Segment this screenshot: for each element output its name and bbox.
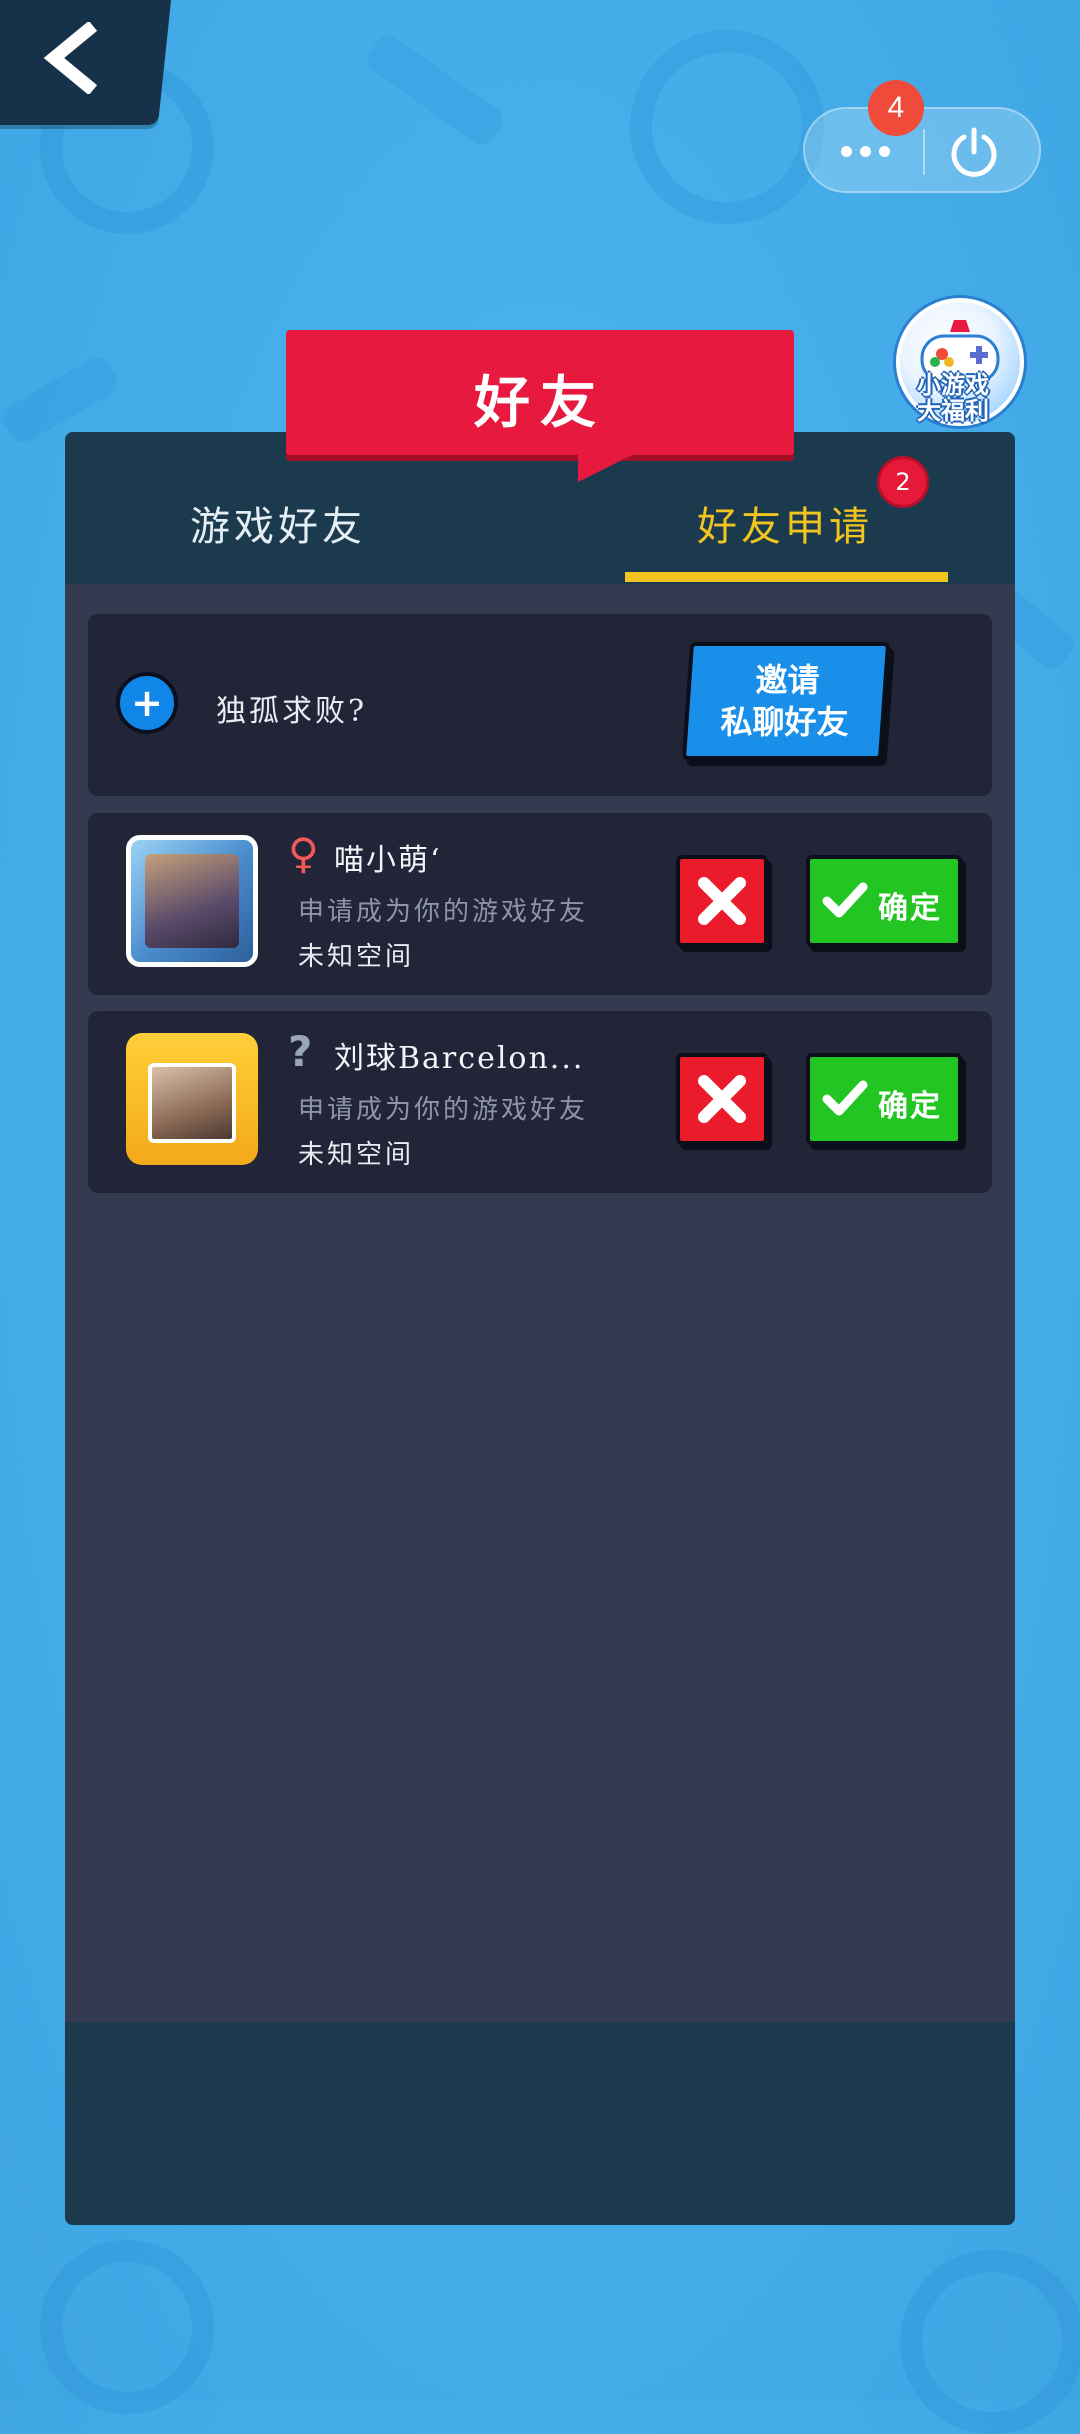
panel-body: [65, 584, 1015, 2022]
title-ribbon: 好友: [286, 330, 794, 455]
background-pattern: [900, 2250, 1080, 2434]
requester-name: 喵小萌‘: [334, 843, 442, 878]
background-pattern: [630, 30, 824, 224]
unknown-gender-icon: ?: [288, 1027, 313, 1076]
plus-icon[interactable]: +: [116, 672, 178, 734]
more-dots-icon[interactable]: [835, 131, 895, 171]
panel-footer: [65, 2022, 1015, 2225]
tab-game-friends[interactable]: 游戏好友: [190, 494, 366, 552]
active-tab-indicator: [625, 572, 948, 582]
requester-location: 未知空间: [298, 1140, 415, 1170]
promo-badge[interactable]: 小游戏 大福利: [878, 280, 1028, 430]
page-title: 好友: [474, 370, 606, 436]
promo-label: 小游戏 大福利: [917, 371, 989, 425]
friend-request-item: ♀ 喵小萌‘ 申请成为你的游戏好友 未知空间 确定: [88, 813, 992, 995]
invite-prompt: 独孤求败?: [216, 694, 368, 729]
notification-badge: 4: [868, 80, 924, 136]
background-pattern: [40, 2240, 214, 2414]
requester-location: 未知空间: [298, 942, 415, 972]
ribbon-tail: [578, 452, 638, 482]
back-button[interactable]: [0, 0, 173, 125]
accept-button[interactable]: 确定: [806, 1053, 962, 1145]
close-x-icon: [698, 1075, 746, 1123]
avatar[interactable]: [126, 835, 258, 967]
accept-label: 确定: [878, 891, 942, 926]
power-icon[interactable]: [947, 125, 1001, 179]
invite-row: + 独孤求败? 邀请 私聊好友: [88, 614, 992, 796]
tab-friend-requests[interactable]: 好友申请: [697, 494, 873, 552]
close-x-icon: [698, 877, 746, 925]
accept-label: 确定: [878, 1089, 942, 1124]
chevron-left-icon: [43, 22, 98, 94]
checkmark-icon: [822, 882, 868, 918]
request-message: 申请成为你的游戏好友: [298, 897, 589, 927]
mini-program-capsule: [803, 107, 1041, 193]
checkmark-icon: [822, 1080, 868, 1116]
friend-request-item: ? 刘球Barcelon... 申请成为你的游戏好友 未知空间 确定: [88, 1011, 992, 1193]
invite-friends-button[interactable]: 邀请 私聊好友: [681, 642, 891, 760]
request-message: 申请成为你的游戏好友: [298, 1095, 589, 1125]
capsule-divider: [923, 129, 925, 175]
requester-name: 刘球Barcelon...: [334, 1041, 585, 1076]
female-gender-icon: ♀: [288, 829, 319, 878]
background-pattern: [362, 30, 508, 150]
reject-button[interactable]: [676, 1053, 768, 1145]
accept-button[interactable]: 确定: [806, 855, 962, 947]
reject-button[interactable]: [676, 855, 768, 947]
requests-count-badge: 2: [877, 456, 929, 508]
avatar[interactable]: [126, 1033, 258, 1165]
